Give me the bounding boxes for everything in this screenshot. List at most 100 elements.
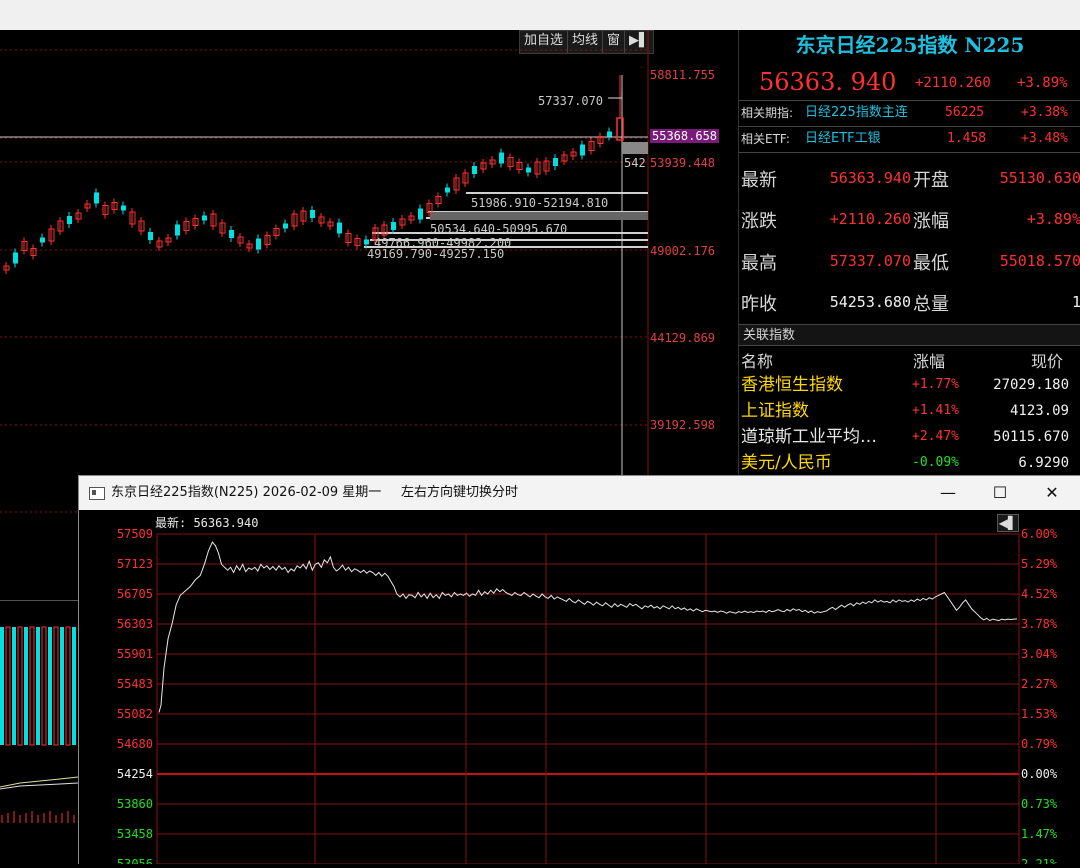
volume-label: 总量 xyxy=(913,294,949,315)
candle-body xyxy=(580,144,585,156)
candle-body xyxy=(526,167,531,173)
col-price-header: 现价 xyxy=(1031,352,1064,371)
high-label: 最高 xyxy=(741,253,777,274)
high-value: 57337.070 xyxy=(829,252,911,270)
related-name: 美元/人民币 xyxy=(741,453,832,473)
popup-title: 东京日经225指数(N225) 2026-02-09 星期一 xyxy=(111,485,382,500)
volume-bar xyxy=(12,627,16,745)
col-name-header: 名称 xyxy=(741,352,774,371)
y-right-tick: 0.79% xyxy=(1021,737,1058,751)
volume-value: 1 xyxy=(1071,293,1080,311)
y-right-tick: 0.00% xyxy=(1021,767,1058,781)
low-label: 最低 xyxy=(913,253,949,274)
intraday-chart[interactable]: 57509 6.00% 57123 5.29% 56705 4.52% 56303 3.78%… xyxy=(79,510,1080,864)
related-price: 50115.670 xyxy=(993,429,1069,445)
intraday-popup-window[interactable]: 东京日经225指数(N225) 2026-02-09 星期一 左右方向键切换分时… xyxy=(78,475,1080,864)
index-title: 东京日经225指数 N225 xyxy=(795,33,1025,57)
price-axis-label: 44129.869 xyxy=(650,331,716,345)
y-left-tick: 54254 xyxy=(117,767,153,781)
volume-bar xyxy=(0,627,4,745)
futures-percent: +3.38% xyxy=(1021,105,1068,120)
related-futures-row[interactable]: 相关期指: 日经225指数主连 56225 +3.38% xyxy=(739,101,1080,125)
related-index-row[interactable]: 香港恒生指数 +1.77% 27029.180 xyxy=(739,372,1080,398)
range-label: 50534.640-50995.670 xyxy=(430,222,568,236)
maximize-button[interactable]: ☐ xyxy=(977,476,1023,510)
volume-indicator-area xyxy=(0,600,79,864)
volume-bar xyxy=(24,627,28,745)
related-price: 27029.180 xyxy=(993,377,1069,393)
related-price: 6.9290 xyxy=(1018,455,1069,471)
current-price: 56363. 940 xyxy=(759,68,897,96)
candle-body xyxy=(445,187,450,193)
range-label: 51986.910-52194.810 xyxy=(471,196,609,210)
related-index-row[interactable]: 上证指数 +1.41% 4123.09 xyxy=(739,398,1080,424)
partial-price-label: 542 xyxy=(624,156,646,170)
change-value: +2110.260 xyxy=(915,75,991,91)
percent-row-value: +3.89% xyxy=(1026,210,1080,228)
y-right-tick: 6.00% xyxy=(1021,527,1058,541)
futures-price: 56225 xyxy=(945,105,985,120)
candle-body xyxy=(202,215,207,221)
related-etf-row[interactable]: 相关ETF: 日经ETF工银 1.458 +3.48% xyxy=(739,127,1080,151)
candle-body xyxy=(121,205,126,211)
y-right-tick: 3.78% xyxy=(1021,617,1058,631)
ma-line xyxy=(0,782,79,790)
related-percent: +2.47% xyxy=(912,429,959,444)
y-right-tick: 0.73% xyxy=(1021,797,1058,811)
related-index-row[interactable]: 道琼斯工业平均… +2.47% 50115.670 xyxy=(739,424,1080,450)
y-right-tick: 1.53% xyxy=(1021,707,1058,721)
y-left-tick: 56705 xyxy=(117,587,153,601)
futures-label: 相关期指: xyxy=(741,106,794,120)
y-right-tick: 2.27% xyxy=(1021,677,1058,691)
price-band xyxy=(430,212,648,220)
popup-titlebar[interactable]: 东京日经225指数(N225) 2026-02-09 星期一 左右方向键切换分时… xyxy=(79,476,1080,510)
latest-value: 56363.940 xyxy=(829,169,911,187)
prev-close-label: 昨收 xyxy=(741,294,777,315)
window-icon xyxy=(89,487,105,500)
related-name: 道琼斯工业平均… xyxy=(741,427,877,447)
price-axis-label: 49002.176 xyxy=(650,244,716,258)
change-percent: +3.89% xyxy=(1017,75,1068,91)
volume-bar xyxy=(41,626,47,746)
range-label: 49169.790-49257.150 xyxy=(367,247,505,261)
related-price: 4123.09 xyxy=(1009,403,1069,419)
related-index-header: 关联指数 xyxy=(739,324,1080,346)
y-right-tick: 1.47% xyxy=(1021,827,1058,841)
etf-name[interactable]: 日经ETF工银 xyxy=(805,127,881,151)
y-right-tick: 5.29% xyxy=(1021,557,1058,571)
candle-body xyxy=(13,252,18,264)
related-index-row[interactable]: 美元/人民币 -0.09% 6.9290 xyxy=(739,450,1080,476)
percent-label: 涨幅 xyxy=(913,211,949,232)
volume-bar xyxy=(53,626,59,746)
price-band xyxy=(622,142,648,154)
related-name: 香港恒生指数 xyxy=(741,375,843,395)
divider xyxy=(739,152,1080,153)
candle-body xyxy=(310,210,315,218)
y-left-tick: 53860 xyxy=(117,797,153,811)
candle-body xyxy=(364,239,369,245)
related-percent: +1.77% xyxy=(912,377,959,392)
y-left-tick: 57509 xyxy=(117,527,153,541)
etf-price: 1.458 xyxy=(947,131,987,146)
candle-body xyxy=(67,216,72,224)
popup-hint: 左右方向键切换分时 xyxy=(401,485,519,500)
close-button[interactable]: ✕ xyxy=(1029,476,1075,510)
open-value: 55130.630 xyxy=(999,169,1080,187)
futures-name[interactable]: 日经225指数主连 xyxy=(805,101,908,125)
etf-percent: +3.48% xyxy=(1021,131,1068,146)
cursor-price-label: 55368.658 xyxy=(650,129,720,143)
price-line xyxy=(158,541,1018,713)
candle-body xyxy=(175,224,180,236)
minimize-button[interactable]: — xyxy=(925,476,971,510)
price-axis-label: 53939.448 xyxy=(650,156,716,170)
etf-label: 相关ETF: xyxy=(741,132,790,146)
candle-body xyxy=(40,237,45,243)
change-row-value: +2110.260 xyxy=(829,210,911,228)
y-left-tick: 56303 xyxy=(117,617,153,631)
open-label: 开盘 xyxy=(913,170,949,191)
y-left-tick: 53458 xyxy=(117,827,153,841)
candle-body xyxy=(229,230,234,238)
candle-body xyxy=(607,131,612,137)
y-left-tick: 54680 xyxy=(117,737,153,751)
change-label: 涨跌 xyxy=(741,211,777,232)
